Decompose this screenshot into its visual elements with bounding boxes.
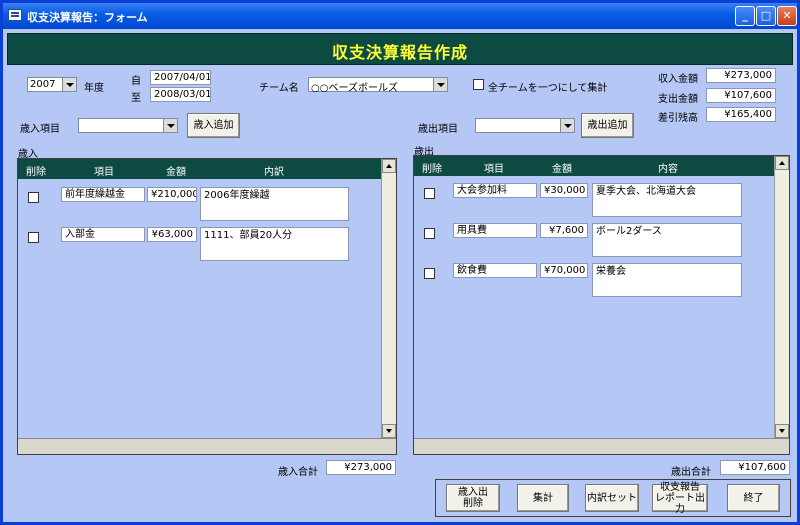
scroll-down-icon[interactable] (775, 424, 789, 438)
scroll-down-icon[interactable] (382, 424, 396, 438)
expense-item-label: 歳出項目 (418, 124, 458, 135)
summary-expense-value: ¥107,600 (706, 88, 776, 103)
header-band: 収支決算報告作成 (7, 33, 793, 65)
from-label: 自 (131, 76, 141, 87)
year-value: 2007 (30, 79, 56, 90)
window-title: 収支決算報告：フォーム (27, 11, 148, 24)
income-total-label: 歳入合計 (278, 467, 318, 478)
add-income-button[interactable]: 歳入追加 (187, 113, 240, 138)
expense-detail-field[interactable]: ボール2ダース (592, 223, 742, 257)
reset-detail-button[interactable]: 内訳セット (585, 484, 639, 512)
report-output-line2: レポート出力 (655, 492, 705, 515)
delete-all-button[interactable]: 歳入出 削除 (446, 484, 500, 512)
table-row: 用具費 ¥7,600 ボール2ダース (414, 221, 789, 261)
title-bar: 収支決算報告：フォーム _ □ ✕ (3, 3, 797, 29)
expense-item-field[interactable]: 飲食費 (453, 263, 537, 278)
year-select[interactable]: 2007 (27, 77, 77, 92)
expense-item-select[interactable] (475, 118, 575, 133)
expense-item-field[interactable]: 大会参加料 (453, 183, 537, 198)
scroll-up-icon[interactable] (382, 159, 396, 173)
team-label: チーム名 (259, 83, 299, 94)
year-label: 年度 (84, 83, 104, 94)
delete-all-line1: 歳入出 (458, 487, 488, 498)
expense-col-delete: 削除 (422, 164, 442, 175)
expense-subform: 削除 項目 金額 内容 大会参加料 ¥30,000 夏季大会、北海道大会 用具費… (413, 155, 790, 455)
income-header: 削除 項目 金額 内訳 (18, 159, 381, 179)
expense-total-value: ¥107,600 (720, 460, 790, 475)
income-col-amount: 金額 (166, 167, 186, 178)
delete-all-line2: 削除 (463, 498, 483, 509)
summary-balance-value: ¥165,400 (706, 107, 776, 122)
chevron-down-icon[interactable] (560, 119, 574, 132)
expense-col-detail: 内容 (658, 164, 678, 175)
income-item-select[interactable] (78, 118, 178, 133)
summary-expense-label: 支出金額 (658, 94, 698, 105)
main-window: 収支決算報告：フォーム _ □ ✕ 収支決算報告作成 2007 年度 自 200… (0, 0, 800, 525)
scroll-up-icon[interactable] (775, 156, 789, 170)
delete-checkbox[interactable] (28, 192, 39, 203)
income-detail-field[interactable]: 1111、部員20人分 (200, 227, 349, 261)
income-scrollbar[interactable] (381, 159, 396, 454)
income-item-label: 歳入項目 (20, 124, 60, 135)
aggregate-all-checkbox[interactable] (473, 79, 484, 90)
table-row: 大会参加料 ¥30,000 夏季大会、北海道大会 (414, 181, 789, 221)
expense-total-label: 歳出合計 (671, 467, 711, 478)
report-output-button[interactable]: 収支報告 レポート出力 (652, 481, 708, 515)
income-amount-field[interactable]: ¥63,000 (147, 227, 197, 242)
income-subform: 削除 項目 金額 内訳 前年度繰越金 ¥210,000 2006年度繰越 入部金… (17, 158, 397, 455)
income-col-detail: 内訳 (264, 167, 284, 178)
close-button[interactable]: ✕ (777, 6, 797, 26)
aggregate-button[interactable]: 集計 (517, 484, 569, 512)
to-label: 至 (131, 93, 141, 104)
delete-checkbox[interactable] (424, 188, 435, 199)
expense-detail-field[interactable]: 夏季大会、北海道大会 (592, 183, 742, 217)
minimize-button[interactable]: _ (735, 6, 755, 26)
report-output-line1: 収支報告 (660, 481, 700, 493)
summary-balance-label: 差引残高 (658, 113, 698, 124)
maximize-button[interactable]: □ (756, 6, 776, 26)
delete-checkbox[interactable] (424, 268, 435, 279)
from-date-field[interactable]: 2007/04/01 (150, 70, 211, 85)
income-item-field[interactable]: 入部金 (61, 227, 145, 242)
expense-amount-field[interactable]: ¥7,600 (540, 223, 588, 238)
add-expense-button[interactable]: 歳出追加 (581, 113, 634, 138)
aggregate-all-label: 全チームを一つにして集計 (488, 83, 608, 94)
exit-button[interactable]: 終了 (727, 484, 780, 512)
income-detail-field[interactable]: 2006年度繰越 (200, 187, 349, 221)
expense-detail-field[interactable]: 栄養会 (592, 263, 742, 297)
summary-income-label: 収入金額 (658, 74, 698, 85)
expense-col-amount: 金額 (552, 164, 572, 175)
team-value: ○○ベーズボールズ (311, 83, 398, 94)
table-row: 飲食費 ¥70,000 栄養会 (414, 261, 789, 301)
chevron-down-icon[interactable] (433, 78, 447, 91)
delete-checkbox[interactable] (28, 232, 39, 243)
expense-footer (414, 438, 789, 454)
expense-scrollbar[interactable] (774, 156, 789, 454)
table-row: 入部金 ¥63,000 1111、部員20人分 (18, 225, 396, 265)
expense-header: 削除 項目 金額 内容 (414, 156, 774, 176)
expense-col-item: 項目 (484, 164, 504, 175)
page-title: 収支決算報告作成 (331, 43, 468, 62)
income-total-value: ¥273,000 (326, 460, 396, 475)
income-col-delete: 削除 (26, 167, 46, 178)
chevron-down-icon[interactable] (163, 119, 177, 132)
expense-amount-field[interactable]: ¥30,000 (540, 183, 588, 198)
income-item-field[interactable]: 前年度繰越金 (61, 187, 145, 202)
income-col-item: 項目 (94, 167, 114, 178)
income-amount-field[interactable]: ¥210,000 (147, 187, 197, 202)
table-row: 前年度繰越金 ¥210,000 2006年度繰越 (18, 185, 396, 225)
expense-amount-field[interactable]: ¥70,000 (540, 263, 588, 278)
form-icon (8, 9, 22, 21)
chevron-down-icon[interactable] (62, 78, 76, 91)
delete-checkbox[interactable] (424, 228, 435, 239)
summary-income-value: ¥273,000 (706, 68, 776, 83)
to-date-field[interactable]: 2008/03/01 (150, 87, 211, 102)
expense-item-field[interactable]: 用具費 (453, 223, 537, 238)
income-footer (18, 438, 396, 454)
team-select[interactable]: ○○ベーズボールズ (308, 77, 448, 94)
